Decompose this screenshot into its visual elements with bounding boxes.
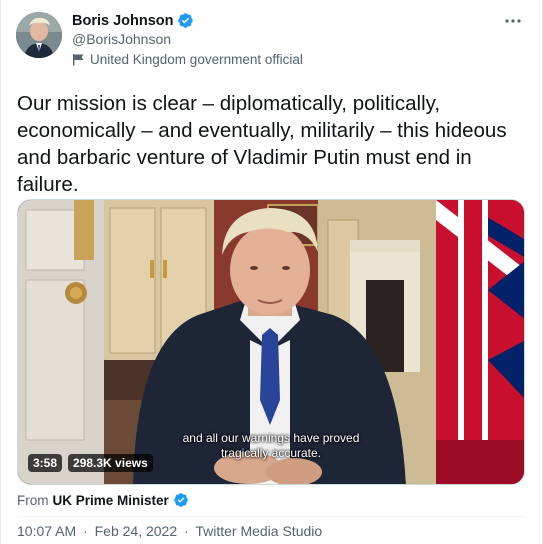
more-options-icon[interactable] [502, 10, 524, 32]
author-handle[interactable]: @BorisJohnson [72, 31, 171, 47]
video-duration: 3:58 [28, 454, 63, 472]
meta-separator-1: · [83, 523, 88, 539]
divider [17, 516, 526, 517]
source-account-link[interactable]: UK Prime Minister [53, 493, 169, 508]
source-prefix: From [17, 493, 49, 508]
tweet-meta: 10:07 AM · Feb 24, 2022 · Twitter Media … [17, 523, 322, 539]
tweet-text: Our mission is clear – diplomatically, p… [17, 92, 507, 196]
meta-separator-2: · [184, 523, 189, 539]
video-player[interactable]: and all our warnings have proved tragica… [17, 199, 525, 485]
tweet-card: Boris Johnson @BorisJohnson United Kingd… [0, 0, 543, 544]
video-caption-line-1: and all our warnings have proved [182, 431, 360, 445]
verified-badge-icon [177, 12, 194, 29]
avatar[interactable] [16, 12, 62, 58]
video-overlay: 3:58 298.3K views [28, 454, 153, 472]
tweet-time[interactable]: 10:07 AM [17, 523, 76, 539]
tweet-client[interactable]: Twitter Media Studio [195, 523, 322, 539]
author-name[interactable]: Boris Johnson [72, 13, 174, 29]
video-views: 298.3K views [68, 454, 153, 472]
source-verified-badge-icon [173, 492, 190, 509]
video-source: From UK Prime Minister [17, 492, 190, 509]
tweet-date[interactable]: Feb 24, 2022 [95, 523, 178, 539]
author-name-row[interactable]: Boris Johnson [72, 12, 194, 29]
government-label: United Kingdom government official [72, 52, 303, 67]
flag-icon [72, 53, 85, 66]
government-label-text: United Kingdom government official [90, 52, 303, 67]
